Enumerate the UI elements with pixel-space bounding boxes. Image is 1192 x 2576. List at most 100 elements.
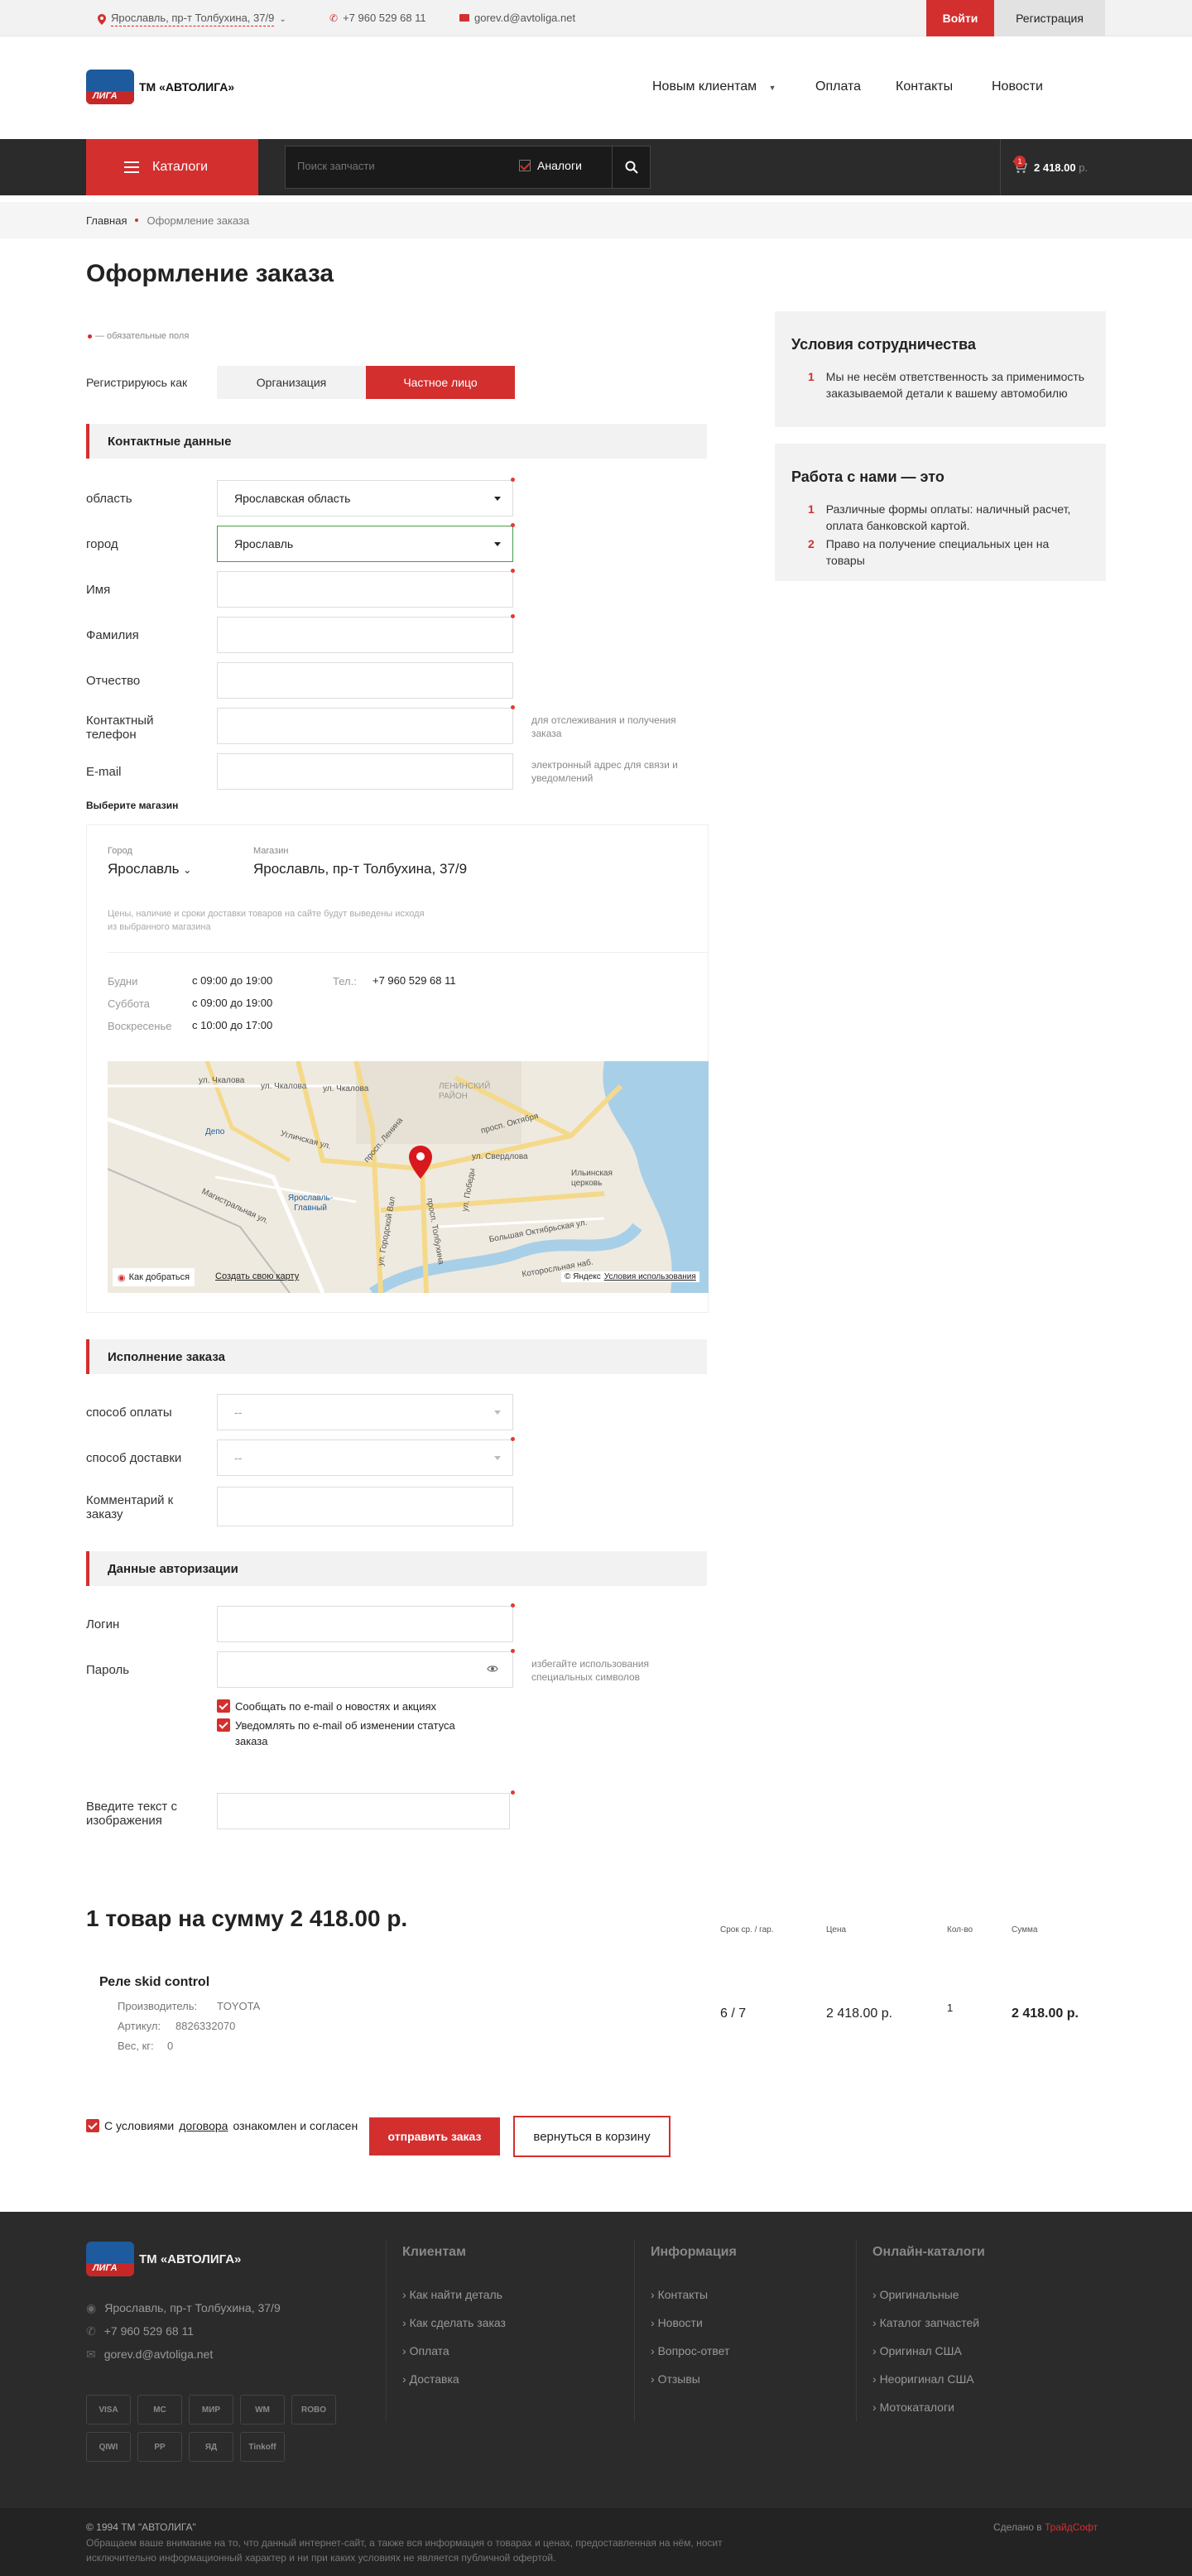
status-checkbox-row[interactable]: Уведомлять по e-mail об изменении статус… (217, 1718, 498, 1749)
captcha-field[interactable] (217, 1793, 510, 1829)
login-field[interactable] (217, 1606, 513, 1642)
map-label: Ильинская церковь (571, 1169, 613, 1188)
hours-time-saturday: с 09:00 до 19:00 (192, 997, 273, 1009)
status-checkbox-label: Уведомлять по e-mail об изменении статус… (235, 1719, 455, 1747)
section-fulfillment: Исполнение заказа (86, 1339, 707, 1374)
benefits-item: 1 Различные формы оплаты: наличный расчет… (808, 502, 1071, 532)
city-selector[interactable]: Ярославль, пр-т Толбухина, 37/9 ⌄ (98, 12, 286, 26)
eye-icon[interactable] (487, 1665, 498, 1673)
option-organization[interactable]: Организация (217, 366, 366, 399)
footer-link[interactable]: › Оригинальные (872, 2288, 959, 2301)
hours-time-sunday: с 10:00 до 17:00 (192, 1019, 273, 1031)
submit-order-button[interactable]: отправить заказ (369, 2117, 500, 2155)
required-dot-icon (511, 1649, 515, 1653)
footer-link[interactable]: › Мотокаталоги (872, 2401, 954, 2414)
captcha-label: Введите текст с изображения (86, 1800, 177, 1828)
item-name[interactable]: Реле skid control (99, 1975, 209, 1990)
footer-link[interactable]: › Оплата (402, 2344, 449, 2357)
news-checkbox-row[interactable]: Сообщать по e-mail о новостях и акциях (217, 1699, 436, 1713)
current-address[interactable]: Ярославль, пр-т Толбухина, 37/9 (111, 12, 275, 26)
logo-mark: ЛИГА (86, 2242, 134, 2276)
map-route-link[interactable]: ◉ Как добраться (113, 1268, 195, 1286)
site-logo[interactable]: ЛИГА ТМ «АВТОЛИГА» (86, 70, 234, 104)
patronymic-field[interactable] (217, 662, 513, 699)
password-hint: избегайте использования специальных симв… (531, 1658, 649, 1683)
login-button[interactable]: Войти (926, 0, 994, 36)
search-button[interactable] (612, 147, 650, 188)
footer-link[interactable]: › Каталог запчастей (872, 2316, 979, 2329)
search-bar: Аналоги (285, 146, 651, 189)
last-name-field[interactable] (217, 617, 513, 653)
contract-link[interactable]: договора (179, 2119, 228, 2132)
copyright: © 1994 ТМ "АВТОЛИГА" (86, 2521, 196, 2533)
map-terms-link[interactable]: Условия использования (604, 1272, 696, 1281)
nav-new-clients[interactable]: Новым клиентам ▼ (652, 79, 776, 94)
footer-link[interactable]: › Контакты (651, 2288, 708, 2301)
required-dot-icon (511, 569, 515, 573)
phone-label: Контактный телефон (86, 714, 154, 742)
password-field[interactable] (217, 1651, 513, 1688)
nav-contacts[interactable]: Контакты (896, 79, 953, 94)
store-tel[interactable]: +7 960 529 68 11 (372, 974, 456, 987)
register-button[interactable]: Регистрация (994, 0, 1105, 36)
email-field[interactable] (217, 753, 513, 790)
catalogs-button[interactable]: Каталоги (86, 139, 258, 195)
region-select[interactable]: Ярославская область (217, 480, 513, 517)
city-select[interactable]: Ярославль (217, 526, 513, 562)
status-checkbox[interactable] (217, 1718, 230, 1732)
back-to-cart-button[interactable]: вернуться в корзину (513, 2116, 670, 2157)
footer-link[interactable]: › Новости (651, 2316, 703, 2329)
breadcrumb-current: Оформление заказа (147, 214, 250, 227)
store-map[interactable]: ул. Чкалова ул. Чкалова ул. Чкалова ЛЕНИ… (108, 1061, 709, 1293)
catalogs-label: Каталоги (152, 160, 209, 174)
required-dot-icon (511, 1437, 515, 1441)
store-city-select[interactable]: Ярославль ⌄ (108, 861, 191, 877)
comment-field[interactable] (217, 1487, 513, 1526)
payment-select[interactable]: -- (217, 1394, 513, 1430)
city-label: город (86, 537, 118, 551)
required-dot-icon (511, 478, 515, 482)
header-phone[interactable]: ✆ +7 960 529 68 11 (329, 12, 426, 24)
footer-link[interactable]: › Отзывы (651, 2372, 700, 2386)
chevron-down-icon: ⌄ (279, 14, 286, 24)
agreement-checkbox[interactable] (86, 2119, 99, 2132)
breadcrumb-home[interactable]: Главная (86, 214, 127, 227)
logo-text: ТМ «АВТОЛИГА» (139, 80, 235, 94)
footer-phone[interactable]: ✆ +7 960 529 68 11 (86, 2324, 194, 2338)
news-checkbox[interactable] (217, 1699, 230, 1713)
delivery-select[interactable]: -- (217, 1439, 513, 1476)
store-shop-name[interactable]: Ярославль, пр-т Толбухина, 37/9 (253, 861, 467, 877)
header-email[interactable]: gorev.d@avtoliga.net (459, 12, 575, 24)
map-marker-icon[interactable] (409, 1146, 432, 1179)
footer-link[interactable]: › Доставка (402, 2372, 459, 2386)
footer-link[interactable]: › Вопрос-ответ (651, 2344, 729, 2357)
made-by: Сделано в ТрайдСофт (993, 2521, 1098, 2533)
map-create-link[interactable]: Создать свою карту (215, 1271, 299, 1281)
footer-link[interactable]: › Неоригинал США (872, 2372, 974, 2386)
map-pin-icon: ◉ (118, 1272, 126, 1283)
search-icon (625, 161, 638, 174)
required-dot-icon (511, 705, 515, 709)
footer-logo[interactable]: ЛИГА ТМ «АВТОЛИГА» (86, 2242, 241, 2276)
analogs-checkbox[interactable] (519, 160, 531, 171)
first-name-field[interactable] (217, 571, 513, 608)
agreement-row[interactable]: С условиями договора ознакомлен и соглас… (86, 2119, 358, 2132)
footer-link[interactable]: › Оригинал США (872, 2344, 962, 2357)
nav-payment[interactable]: Оплата (815, 79, 861, 94)
last-name-label: Фамилия (86, 628, 139, 642)
made-by-link[interactable]: ТрайдСофт (1045, 2521, 1098, 2533)
register-as-label: Регистрируюсь как (86, 376, 188, 389)
phone-icon: ✆ (329, 12, 339, 24)
nav-news[interactable]: Новости (992, 79, 1043, 94)
option-private-person[interactable]: Частное лицо (366, 366, 515, 399)
robokassa-icon: ROBO (291, 2395, 336, 2425)
terms-panel: Условия сотрудничества 1 Мы не несём отве… (775, 311, 1106, 427)
cart-widget[interactable]: 1 2 418.00 р. (1000, 139, 1106, 195)
phone-field[interactable] (217, 708, 513, 744)
footer-address: ◉ Ярославль, пр-т Толбухина, 37/9 (86, 2301, 281, 2314)
footer-link[interactable]: › Как найти деталь (402, 2288, 502, 2301)
footer-email[interactable]: ✉ gorev.d@avtoliga.net (86, 2348, 213, 2362)
analogs-toggle[interactable]: Аналоги (519, 159, 582, 172)
search-input[interactable] (297, 160, 496, 172)
footer-link[interactable]: › Как сделать заказ (402, 2316, 506, 2329)
